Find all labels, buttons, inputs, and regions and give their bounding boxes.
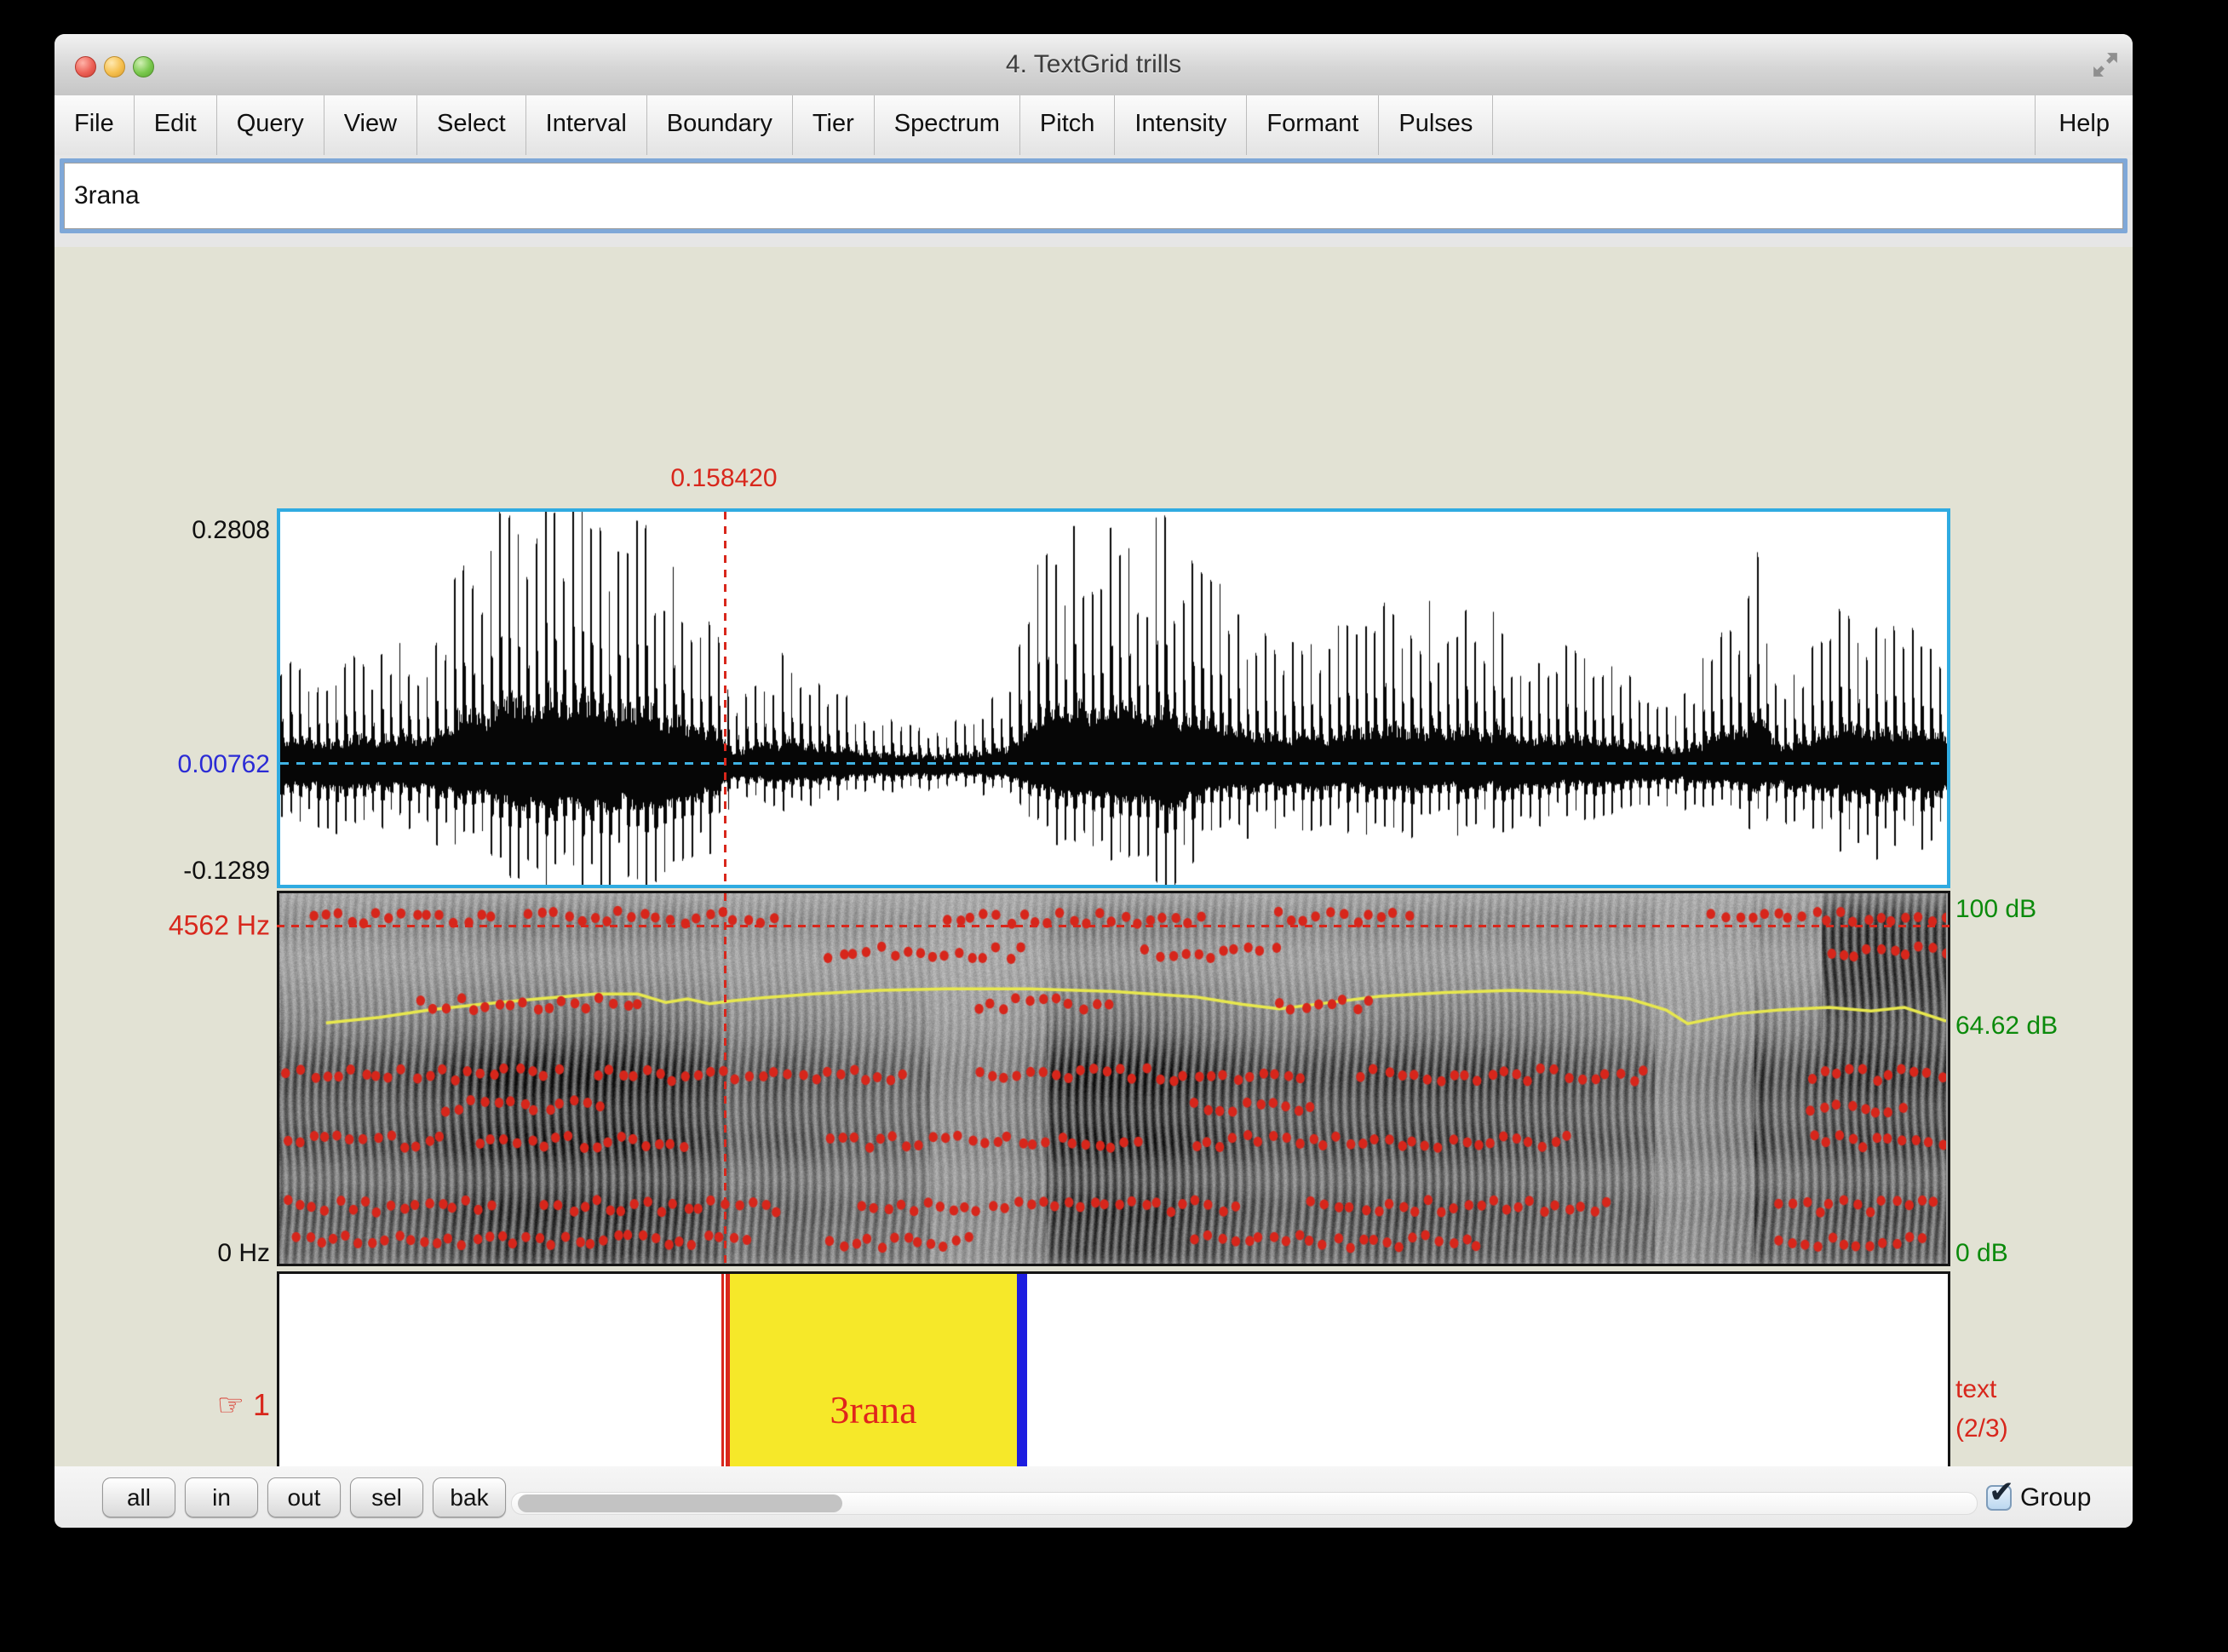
resize-icon[interactable] [2092,51,2119,78]
zoom-bak-button[interactable]: bak [433,1477,506,1517]
window-title: 4. TextGrid trills [55,34,2133,95]
interval-text-row [55,155,2133,247]
tier-number-label[interactable]: ☞ 1 [217,1387,270,1423]
menu-item-interval[interactable]: Interval [526,95,647,155]
zoom-sel-button[interactable]: sel [350,1477,423,1517]
spectrogram-canvas[interactable] [279,893,1946,1264]
freq-cursor-label: 4562 Hz [169,910,270,942]
title-bar[interactable]: 4. TextGrid trills [55,34,2133,96]
intensity-min-label: 0 dB [1955,1239,2008,1268]
menu-bar: FileEditQueryViewSelectIntervalBoundaryT… [55,95,2133,157]
pointing-hand-icon: ☞ [217,1388,244,1423]
menu-item-pitch[interactable]: Pitch [1020,95,1115,155]
zoom-all-button[interactable]: all [102,1477,175,1517]
frequency-cursor-line [277,925,1950,927]
group-control[interactable]: ✔ Group [1986,1482,2091,1514]
menu-item-tier[interactable]: Tier [793,95,875,155]
intensity-cursor-label: 64.62 dB [1955,1012,2058,1041]
menu-item-file[interactable]: File [55,95,135,155]
waveform-max-label: 0.2808 [192,516,270,545]
menu-item-intensity[interactable]: Intensity [1115,95,1247,155]
waveform-zero-line [280,762,1947,765]
menu-item-boundary[interactable]: Boundary [647,95,793,155]
editor-content: 0.158420 0.2808 0.00762 -0.1289 4562 Hz … [55,247,2133,1466]
waveform-min-label: -0.1289 [183,857,270,886]
menu-item-edit[interactable]: Edit [135,95,217,155]
tier-number: 1 [253,1387,270,1422]
screen: 4. TextGrid trills FileEditQueryViewSele… [0,0,2228,1652]
time-scrollbar-thumb[interactable] [518,1494,842,1512]
menu-item-spectrum[interactable]: Spectrum [875,95,1020,155]
waveform-panel[interactable] [277,508,1950,888]
checkmark-icon: ✔ [1989,1475,2014,1510]
bottom-chrome: ✔ Group allinoutselbak [55,1466,2133,1528]
group-checkbox[interactable]: ✔ [1986,1485,2012,1511]
menu-item-query[interactable]: Query [217,95,324,155]
praat-textgrid-window: 4. TextGrid trills FileEditQueryViewSele… [55,34,2133,1528]
menu-item-select[interactable]: Select [417,95,526,155]
zoom-out-button[interactable]: out [267,1477,341,1517]
cursor-line-spectrogram [724,893,726,1264]
menu-item-pulses[interactable]: Pulses [1379,95,1493,155]
waveform-cursor-value-label: 0.00762 [178,750,270,779]
zoom-in-button[interactable]: in [185,1477,258,1517]
group-label: Group [2020,1483,2091,1512]
menu-item-formant[interactable]: Formant [1247,95,1379,155]
selected-interval-label: 3rana [830,1387,916,1432]
tier-kind-label: text [1955,1375,1996,1404]
freq-min-label: 0 Hz [217,1239,270,1268]
waveform-canvas[interactable] [280,512,1947,885]
spectrogram-panel[interactable] [277,891,1950,1266]
cursor-line-waveform [724,512,726,885]
cursor-time-label: 0.158420 [670,464,777,493]
tier-position-label: (2/3) [1955,1414,2008,1443]
menu-item-help[interactable]: Help [2035,95,2133,155]
time-scrollbar-track[interactable] [511,1492,1978,1515]
intensity-max-label: 100 dB [1955,895,2036,924]
menu-item-view[interactable]: View [324,95,417,155]
interval-text-input[interactable] [60,158,2128,233]
